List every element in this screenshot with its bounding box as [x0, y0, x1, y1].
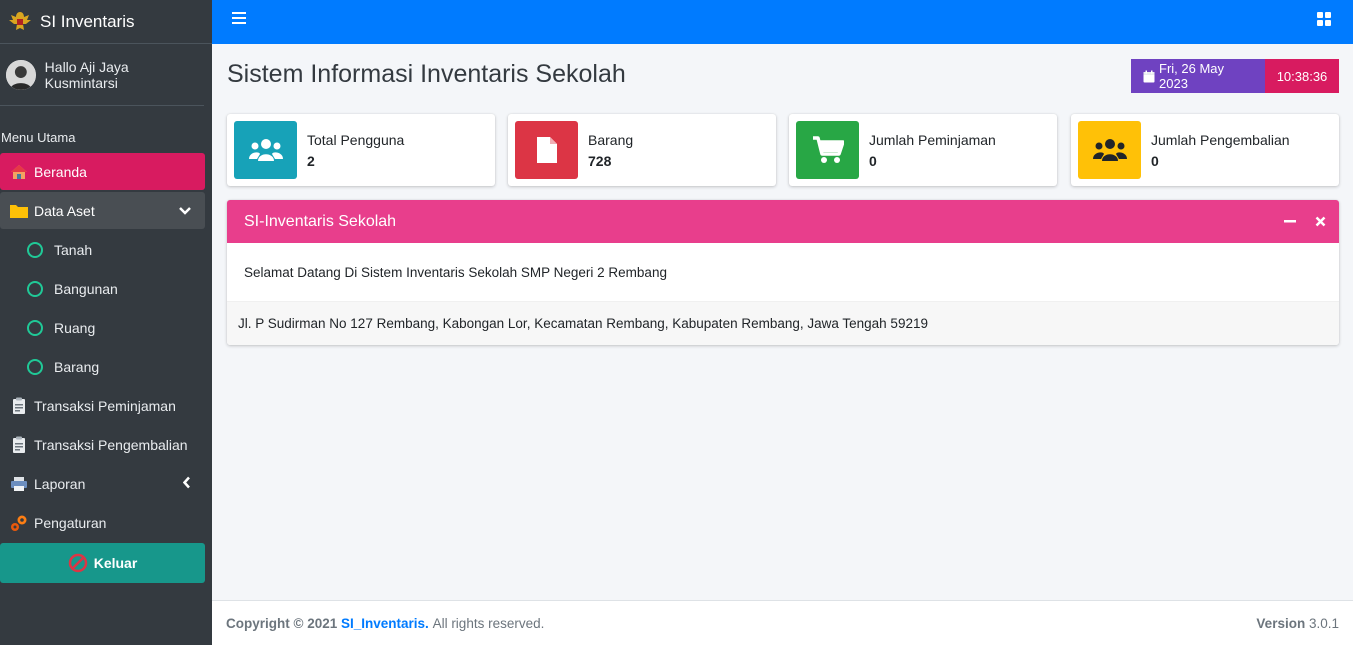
- date-text: Fri, 26 May 2023: [1159, 61, 1225, 91]
- garuda-logo-icon: [6, 8, 34, 36]
- sidebar-item-pengaturan[interactable]: Pengaturan: [0, 504, 205, 541]
- circle-icon: [25, 358, 45, 376]
- sidebar-item-transaksi-peminjaman[interactable]: Transaksi Peminjaman: [0, 387, 205, 424]
- file-icon: [515, 121, 578, 179]
- stat-card-total-pengguna: Total Pengguna 2: [227, 114, 495, 186]
- home-icon: [9, 163, 29, 181]
- copyright-text: Copyright © 2021: [226, 615, 338, 631]
- sidebar-item-transaksi-pengembalian[interactable]: Transaksi Pengembalian: [0, 426, 205, 463]
- card-header: SI-Inventaris Sekolah: [227, 200, 1339, 243]
- rights-text: All rights reserved.: [432, 615, 545, 631]
- sidebar-item-label: Barang: [54, 358, 100, 375]
- sidebar-item-label: Bangunan: [54, 280, 118, 297]
- stat-value: 728: [588, 152, 612, 169]
- calendar-icon: [1143, 70, 1155, 83]
- stat-value: 0: [1151, 152, 1159, 169]
- user-greeting: Hallo Aji Jaya Kusmintarsi: [44, 58, 129, 91]
- folder-icon: [9, 202, 29, 220]
- sidebar-item-bangunan[interactable]: Bangunan: [0, 270, 205, 307]
- sidebar-item-barang[interactable]: Barang: [0, 348, 205, 385]
- datetime-badge: Fri, 26 May 2023 10:38:36: [1131, 59, 1339, 93]
- sidebar-item-label: Transaksi Pengembalian: [34, 436, 188, 453]
- version-label: Version: [1256, 615, 1306, 631]
- avatar: [6, 59, 36, 90]
- prohibited-icon: [68, 553, 88, 573]
- menu-header: Menu Utama: [1, 130, 76, 145]
- page-title: Sistem Informasi Inventaris Sekolah: [227, 60, 626, 88]
- brand-title: SI Inventaris: [40, 11, 135, 31]
- welcome-card: SI-Inventaris Sekolah Selamat Datang Di …: [227, 200, 1339, 345]
- printer-icon: [9, 475, 29, 493]
- sidebar-item-tanah[interactable]: Tanah: [0, 231, 205, 268]
- chevron-down-icon: [179, 204, 191, 218]
- version-number: 3.0.1: [1308, 615, 1339, 631]
- stat-label: Total Pengguna: [307, 131, 405, 148]
- card-footer: Jl. P Sudirman No 127 Rembang, Kabongan …: [227, 301, 1339, 345]
- sidebar-item-label: Laporan: [34, 475, 86, 492]
- version-info: Version 3.0.1: [1256, 616, 1339, 631]
- stat-value: 2: [307, 152, 315, 169]
- sidebar: SI Inventaris Hallo Aji Jaya Kusmintarsi…: [0, 0, 212, 645]
- sidebar-item-beranda[interactable]: Beranda: [0, 153, 205, 190]
- stat-label: Jumlah Pengembalian: [1151, 131, 1290, 148]
- users-icon: [234, 121, 297, 179]
- sidebar-item-label: Beranda: [34, 163, 87, 180]
- footer-brand-link[interactable]: SI_Inventaris.: [341, 616, 429, 631]
- main-content: Sistem Informasi Inventaris Sekolah Fri,…: [212, 44, 1353, 600]
- logout-button[interactable]: Keluar: [0, 543, 205, 583]
- user-panel[interactable]: Hallo Aji Jaya Kusmintarsi: [0, 44, 204, 106]
- top-navbar: [212, 0, 1353, 44]
- sidebar-item-label: Ruang: [54, 319, 96, 336]
- date-badge: Fri, 26 May 2023: [1131, 59, 1265, 93]
- sidebar-item-label: Tanah: [54, 241, 93, 258]
- stat-label: Jumlah Peminjaman: [869, 131, 996, 148]
- brand-link[interactable]: SI Inventaris: [0, 0, 212, 44]
- stat-card-barang: Barang 728: [508, 114, 776, 186]
- card-body: Selamat Datang Di Sistem Inventaris Seko…: [244, 264, 667, 280]
- page-footer: Copyright © 2021 SI_Inventaris. All righ…: [212, 600, 1353, 645]
- sidebar-item-label: Data Aset: [34, 202, 95, 219]
- cart-icon: [796, 121, 859, 179]
- stat-card-jumlah-peminjaman: Jumlah Peminjaman 0: [789, 114, 1057, 186]
- stat-label: Barang: [588, 131, 634, 148]
- clipboard-icon: [9, 436, 29, 454]
- close-icon[interactable]: [1313, 213, 1327, 229]
- sidebar-item-label: Pengaturan: [34, 514, 107, 531]
- sidebar-item-ruang[interactable]: Ruang: [0, 309, 205, 346]
- stat-value: 0: [869, 152, 877, 169]
- collapse-button[interactable]: [1283, 213, 1297, 229]
- clipboard-icon: [9, 397, 29, 415]
- sidebar-item-data-aset[interactable]: Data Aset: [0, 192, 205, 229]
- card-tools: [1283, 213, 1327, 229]
- circle-icon: [25, 241, 45, 259]
- circle-icon: [25, 280, 45, 298]
- grid-apps-icon[interactable]: [1317, 12, 1331, 26]
- sidebar-item-laporan[interactable]: Laporan: [0, 465, 205, 502]
- chevron-left-icon: [182, 476, 191, 491]
- logout-label: Keluar: [93, 555, 138, 571]
- hamburger-menu-icon[interactable]: [232, 12, 246, 26]
- time-badge: 10:38:36: [1265, 59, 1339, 93]
- stat-card-jumlah-pengembalian: Jumlah Pengembalian 0: [1071, 114, 1339, 186]
- card-title: SI-Inventaris Sekolah: [244, 212, 397, 230]
- circle-icon: [25, 319, 45, 337]
- sidebar-item-label: Transaksi Peminjaman: [34, 397, 176, 414]
- users-icon: [1078, 121, 1141, 179]
- gears-icon: [9, 514, 29, 532]
